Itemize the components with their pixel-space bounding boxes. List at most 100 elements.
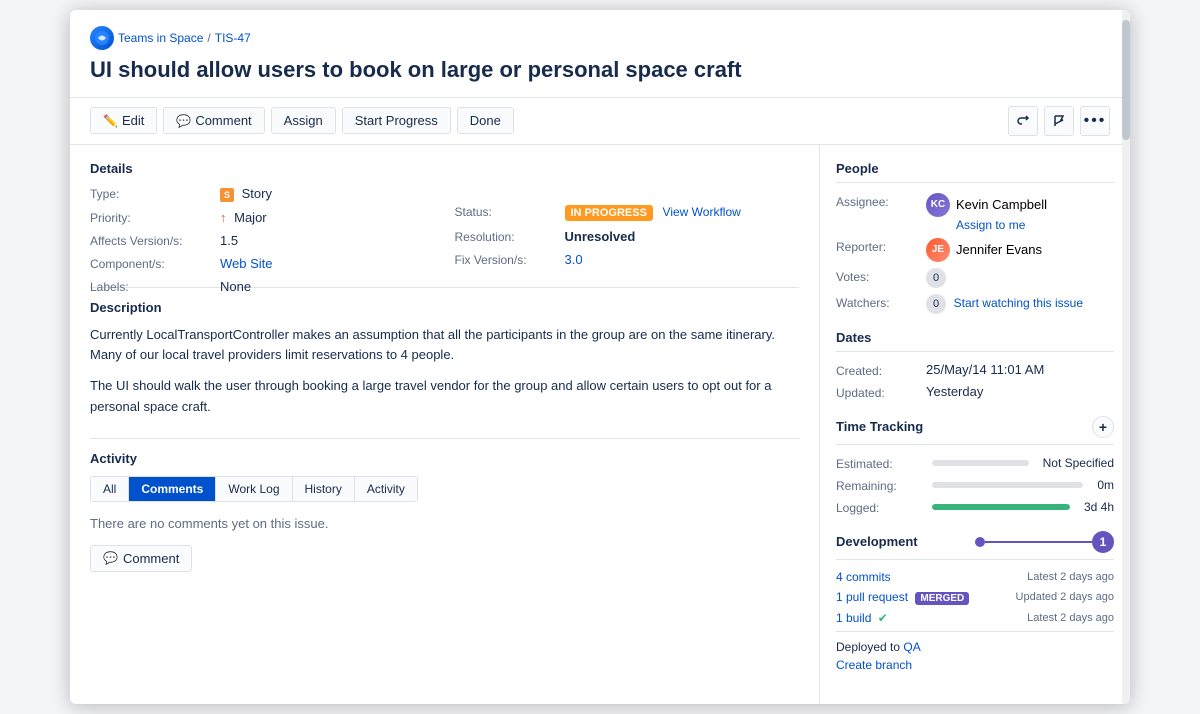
- remaining-bar: [932, 482, 1083, 488]
- description-section: Description Currently LocalTransportCont…: [90, 300, 799, 418]
- watchers-row: Watchers: 0 Start watching this issue: [836, 294, 1114, 314]
- assign-button[interactable]: Assign: [271, 107, 336, 134]
- time-tracking-section: Time Tracking + Estimated: Not Specified…: [836, 416, 1114, 515]
- logged-value: 3d 4h: [1084, 500, 1114, 514]
- updated-row: Updated: Yesterday: [836, 384, 1114, 400]
- tab-history[interactable]: History: [293, 477, 355, 501]
- watchers-label: Watchers:: [836, 294, 926, 314]
- updated-label: Updated:: [836, 384, 926, 400]
- build-item: 1 build ✔ Latest 2 days ago: [836, 611, 1114, 625]
- merged-badge: MERGED: [915, 592, 969, 605]
- start-watching-link[interactable]: Start watching this issue: [954, 296, 1083, 310]
- status-col-label: Status:: [455, 204, 565, 221]
- resolution-value: Unresolved: [565, 229, 800, 244]
- start-progress-button[interactable]: Start Progress: [342, 107, 451, 134]
- assignee-label: Assignee:: [836, 193, 926, 232]
- resolution-label: Resolution:: [455, 229, 565, 244]
- no-comments-text: There are no comments yet on this issue.: [90, 516, 799, 531]
- details-section-title: Details: [90, 161, 799, 176]
- deployed-text: Deployed to QA: [836, 640, 1114, 654]
- logged-bar: [932, 504, 1070, 510]
- assignee-row: Assignee: KC Kevin Campbell Assign to me: [836, 193, 1114, 232]
- description-paragraph1: Currently LocalTransportController makes…: [90, 325, 799, 367]
- deployed-env-link[interactable]: QA: [903, 640, 920, 654]
- created-label: Created:: [836, 362, 926, 378]
- create-branch: Create branch: [836, 658, 1114, 672]
- edit-button[interactable]: ✏️ Edit: [90, 107, 157, 134]
- logged-label: Logged:: [836, 499, 926, 515]
- reporter-row: Reporter: JE Jennifer Evans: [836, 238, 1114, 262]
- story-icon: S: [220, 188, 234, 202]
- time-tracking-header: Time Tracking +: [836, 416, 1114, 445]
- votes-label: Votes:: [836, 268, 926, 288]
- breadcrumb-separator: /: [207, 31, 210, 45]
- tab-activity[interactable]: Activity: [355, 477, 417, 501]
- reporter-value: JE Jennifer Evans: [926, 238, 1114, 262]
- votes-row: Votes: 0: [836, 268, 1114, 288]
- remaining-value: 0m: [1097, 478, 1114, 492]
- build-check-icon: ✔: [878, 611, 888, 625]
- created-row: Created: 25/May/14 11:01 AM: [836, 362, 1114, 378]
- activity-section: Activity All Comments Work Log History A…: [90, 451, 799, 572]
- comment-button[interactable]: 💬 Comment: [163, 107, 264, 134]
- issue-title: UI should allow users to book on large o…: [90, 56, 1110, 85]
- scrollbar[interactable]: [1122, 10, 1130, 704]
- comment-btn-icon: 💬: [103, 551, 118, 565]
- estimated-bar: [932, 460, 1029, 466]
- assignee-avatar: KC: [926, 193, 950, 217]
- dates-section: Dates Created: 25/May/14 11:01 AM Update…: [836, 330, 1114, 400]
- comment-icon: 💬: [176, 114, 191, 128]
- type-value: S Story: [220, 186, 799, 202]
- dev-badge: 1: [1092, 531, 1114, 553]
- type-label: Type:: [90, 186, 220, 202]
- add-time-button[interactable]: +: [1092, 416, 1114, 438]
- people-section: People Assignee: KC Kevin Campbell Assig…: [836, 161, 1114, 314]
- tab-worklog[interactable]: Work Log: [216, 477, 292, 501]
- done-button[interactable]: Done: [457, 107, 514, 134]
- people-title: People: [836, 161, 1114, 183]
- build-time: Latest 2 days ago: [1027, 612, 1114, 624]
- labels-value: None: [220, 279, 799, 294]
- tab-all[interactable]: All: [91, 477, 129, 501]
- fix-version-value: 3.0: [565, 252, 800, 267]
- build-link[interactable]: 1 build: [836, 611, 871, 625]
- activity-title: Activity: [90, 451, 799, 466]
- add-comment-button[interactable]: 💬 Comment: [90, 545, 192, 572]
- pull-request-time: Updated 2 days ago: [1016, 591, 1114, 603]
- deployed-section: Deployed to QA Create branch: [836, 631, 1114, 672]
- estimated-label: Estimated:: [836, 455, 926, 471]
- share-button[interactable]: [1008, 106, 1038, 136]
- fix-version-label: Fix Version/s:: [455, 252, 565, 267]
- assign-to-me-link[interactable]: Assign to me: [956, 218, 1025, 232]
- pull-request-link[interactable]: 1 pull request: [836, 590, 908, 604]
- votes-badge: 0: [926, 268, 946, 288]
- commits-item: 4 commits Latest 2 days ago: [836, 570, 1114, 584]
- project-link[interactable]: Teams in Space: [118, 31, 203, 45]
- assignee-value: KC Kevin Campbell Assign to me: [926, 193, 1114, 232]
- updated-value: Yesterday: [926, 384, 1114, 400]
- dev-connector-dot: [975, 537, 985, 547]
- commits-link[interactable]: 4 commits: [836, 570, 891, 584]
- create-branch-link[interactable]: Create branch: [836, 658, 912, 672]
- more-options-button[interactable]: •••: [1080, 106, 1110, 136]
- status-badge: IN PROGRESS: [565, 205, 653, 221]
- remaining-label: Remaining:: [836, 477, 926, 493]
- view-workflow-link[interactable]: View Workflow: [663, 205, 741, 219]
- reporter-label: Reporter:: [836, 238, 926, 262]
- flag-button[interactable]: [1044, 106, 1074, 136]
- description-title: Description: [90, 300, 799, 315]
- dates-title: Dates: [836, 330, 1114, 352]
- labels-label: Labels:: [90, 279, 220, 294]
- development-section: Development 1 4 commits Latest 2 days ag…: [836, 531, 1114, 672]
- time-tracking-title: Time Tracking: [836, 419, 923, 434]
- scrollbar-thumb[interactable]: [1122, 20, 1130, 140]
- votes-value: 0: [926, 268, 1114, 288]
- breadcrumb: Teams in Space / TIS-47: [90, 26, 1110, 50]
- created-value: 25/May/14 11:01 AM: [926, 362, 1114, 378]
- development-title: Development: [836, 534, 975, 549]
- tab-comments[interactable]: Comments: [129, 477, 216, 501]
- description-paragraph2: The UI should walk the user through book…: [90, 376, 799, 418]
- issue-id-link[interactable]: TIS-47: [215, 31, 251, 45]
- status-col-value: IN PROGRESS View Workflow: [565, 204, 800, 221]
- estimated-value: Not Specified: [1043, 456, 1114, 470]
